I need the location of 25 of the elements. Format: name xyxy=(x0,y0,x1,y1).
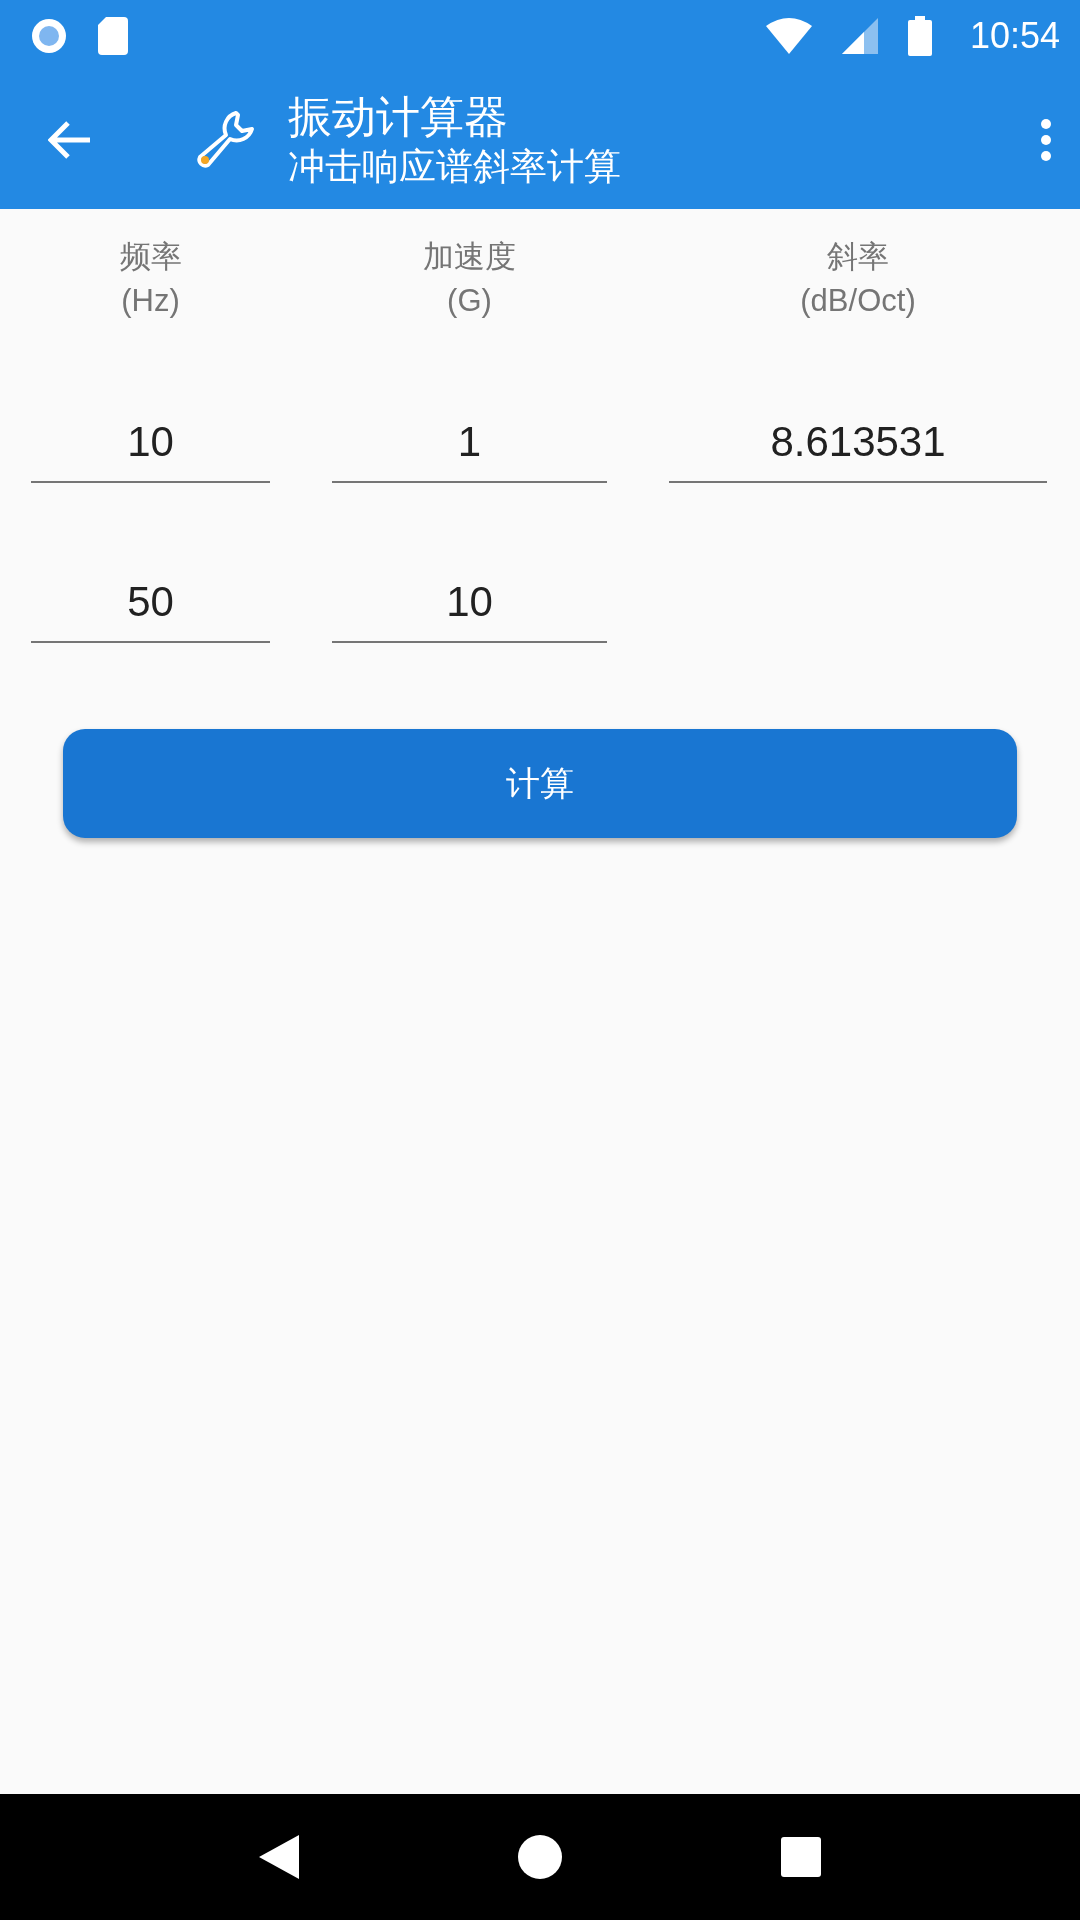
number-field[interactable]: 1 xyxy=(332,403,607,483)
column-label: 斜率 xyxy=(827,238,889,276)
column-unit: (Hz) xyxy=(121,282,180,320)
sd-card-icon xyxy=(98,16,128,55)
app-title: 振动计算器 xyxy=(288,91,509,143)
column-unit: (G) xyxy=(447,282,492,320)
column-unit: (dB/Oct) xyxy=(800,282,916,320)
column-label: 加速度 xyxy=(423,238,516,276)
screen-subtitle: 冲击响应谱斜率计算 xyxy=(288,145,622,189)
record-icon xyxy=(30,16,68,55)
clock-time: 10:54 xyxy=(969,14,1060,57)
calculate-button[interactable]: 计算 xyxy=(63,729,1017,838)
recents-icon[interactable] xyxy=(780,1837,821,1877)
number-field[interactable]: 10 xyxy=(31,403,270,483)
number-field[interactable]: 8.613531 xyxy=(669,403,1047,483)
signal-icon xyxy=(841,17,878,54)
battery-icon xyxy=(907,15,932,56)
back-icon[interactable] xyxy=(259,1835,300,1879)
wifi-icon xyxy=(765,17,812,54)
back-arrow-icon[interactable] xyxy=(48,120,92,160)
number-field[interactable]: 10 xyxy=(332,563,607,643)
home-icon[interactable] xyxy=(518,1835,562,1879)
more-options-icon[interactable] xyxy=(1040,118,1052,162)
number-field[interactable]: 50 xyxy=(31,563,270,643)
column-label: 频率 xyxy=(119,238,182,276)
